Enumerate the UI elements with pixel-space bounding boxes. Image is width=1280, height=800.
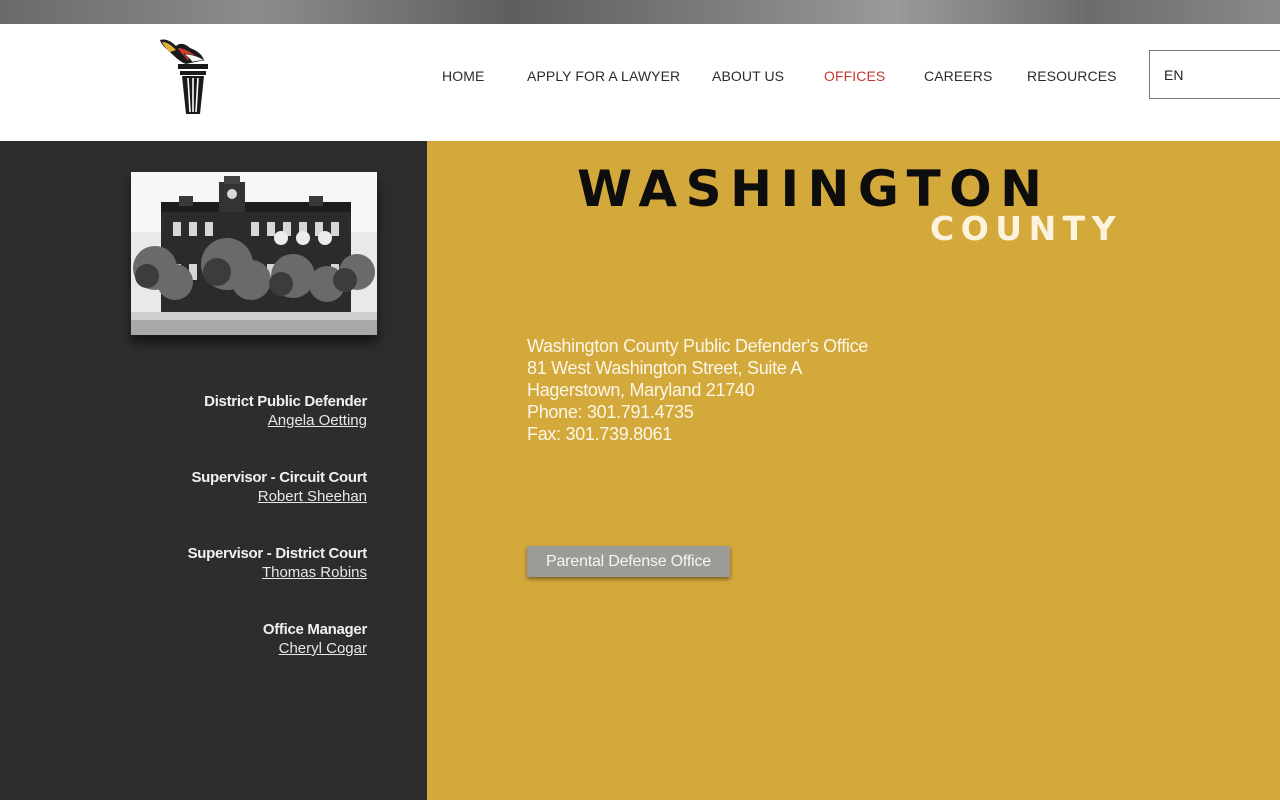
language-selector[interactable]: EN [1149, 50, 1280, 99]
staff-role: Supervisor - Circuit Court [191, 469, 367, 486]
phone-line: Phone: 301.791.4735 [527, 402, 694, 422]
courthouse-photo [131, 172, 377, 335]
sidebar: District Public Defender Angela Oetting … [0, 141, 427, 800]
parental-defense-office-button[interactable]: Parental Defense Office [527, 546, 730, 577]
fax-line: Fax: 301.739.8061 [527, 424, 673, 444]
main-content: WASHINGTON COUNTY Washington County Publ… [427, 141, 1280, 800]
address-line: 81 West Washington Street, Suite A [527, 358, 802, 378]
staff-entry: Supervisor - Circuit Court Robert Sheeha… [67, 468, 367, 506]
staff-role: Office Manager [262, 621, 367, 638]
staff-name-link[interactable]: Angela Oetting [67, 411, 367, 430]
staff-name-link[interactable]: Robert Sheehan [67, 487, 367, 506]
page-subtitle: COUNTY [930, 209, 1123, 248]
staff-role: District Public Defender [204, 393, 367, 410]
staff-entry: Supervisor - District Court Thomas Robin… [67, 544, 368, 582]
staff-entry: Office Manager Cheryl Cogar [67, 620, 367, 658]
staff-name-link[interactable]: Cheryl Cogar [67, 639, 367, 658]
language-label: EN [1164, 67, 1184, 83]
address-line: Hagerstown, Maryland 21740 [527, 380, 755, 400]
nav-resources[interactable]: RESOURCES [1027, 68, 1117, 84]
office-address: Washington County Public Defender's Offi… [527, 335, 868, 445]
staff-entry: District Public Defender Angela Oetting [67, 392, 367, 430]
torch-logo-icon[interactable] [156, 36, 210, 116]
nav-about-us[interactable]: ABOUT US [712, 68, 784, 84]
nav-offices[interactable]: OFFICES [824, 68, 885, 84]
staff-role: Supervisor - District Court [187, 545, 368, 562]
nav-apply-for-a-lawyer[interactable]: APPLY FOR A LAWYER [527, 68, 680, 84]
staff-name-link[interactable]: Thomas Robins [67, 563, 367, 582]
site-header: HOME APPLY FOR A LAWYER ABOUT US OFFICES… [0, 24, 1280, 141]
address-line: Washington County Public Defender's Offi… [527, 336, 869, 356]
nav-careers[interactable]: CAREERS [924, 68, 992, 84]
nav-home[interactable]: HOME [442, 68, 484, 84]
top-photo-strip [0, 0, 1280, 24]
